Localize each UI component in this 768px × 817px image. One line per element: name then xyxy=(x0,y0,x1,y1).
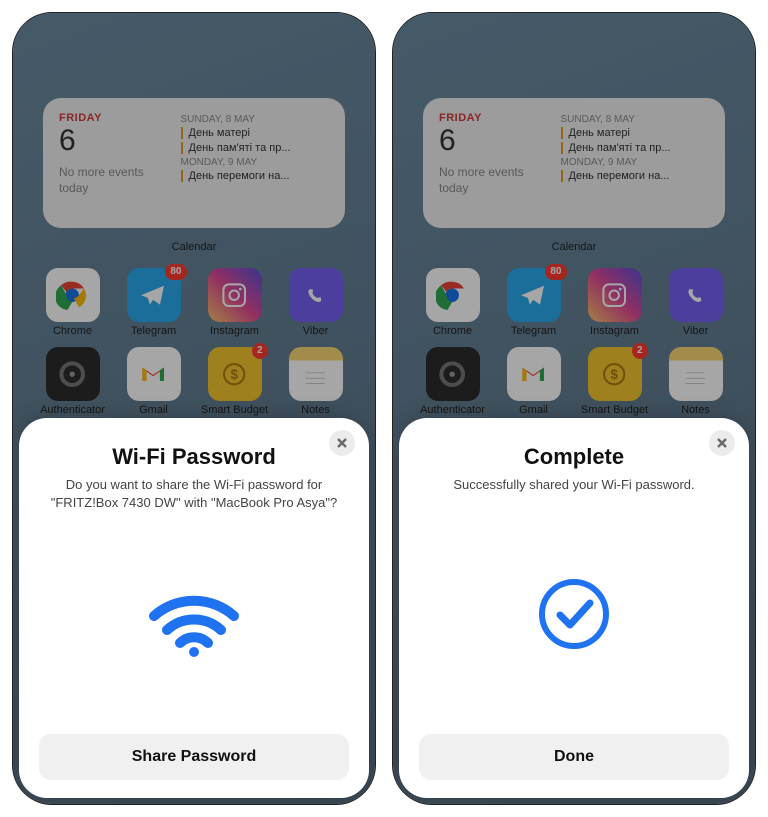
done-button[interactable]: Done xyxy=(419,734,729,780)
share-wifi-sheet: Wi-Fi Password Do you want to share the … xyxy=(19,418,369,798)
sheet-body: Successfully shared your Wi-Fi password. xyxy=(453,476,694,494)
sheet-title: Complete xyxy=(524,444,624,470)
sheet-title: Wi-Fi Password xyxy=(112,444,276,470)
close-icon xyxy=(716,437,728,449)
sheet-body: Do you want to share the Wi-Fi password … xyxy=(44,476,344,511)
complete-sheet: Complete Successfully shared your Wi-Fi … xyxy=(399,418,749,798)
close-button[interactable] xyxy=(709,430,735,456)
checkmark-icon xyxy=(534,574,614,654)
close-button[interactable] xyxy=(329,430,355,456)
share-password-button[interactable]: Share Password xyxy=(39,734,349,780)
wifi-icon xyxy=(149,588,239,658)
close-icon xyxy=(336,437,348,449)
phone-right: FRIDAY 6 No more events today SUNDAY, 8 … xyxy=(392,12,756,805)
phone-left: FRIDAY 6 No more events today SUNDAY, 8 … xyxy=(12,12,376,805)
